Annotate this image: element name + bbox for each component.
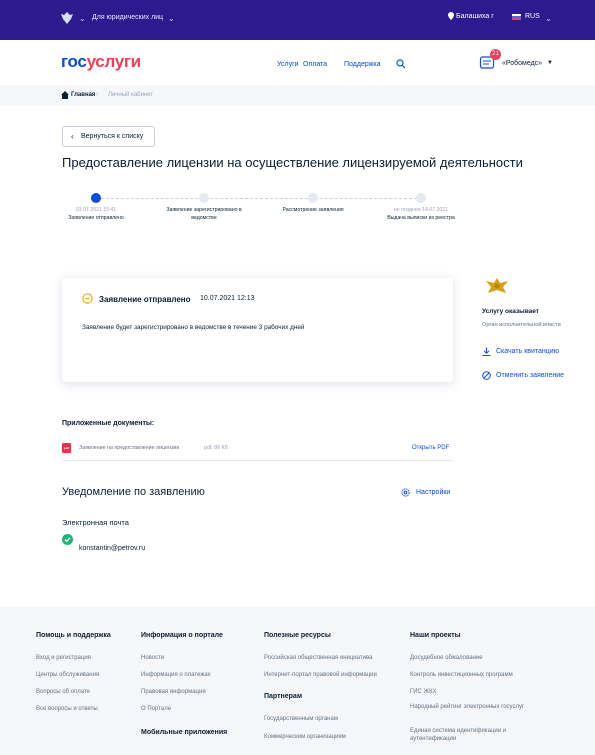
status-title: Заявление отправлено — [99, 295, 191, 304]
status-date: 10.07.2021 12:13 — [200, 295, 255, 302]
status-message: Заявление будет зарегистрировано в ведом… — [82, 324, 305, 331]
pdf-file-icon: pdf — [62, 443, 71, 453]
step-indicator — [416, 193, 426, 203]
footer-subtitle: Партнерам — [264, 693, 303, 700]
cancel-icon — [482, 371, 491, 380]
location-pin-icon — [448, 12, 454, 20]
footer-link[interactable]: Информация о платежах — [141, 671, 211, 679]
user-name[interactable]: «Робомедс» — [502, 60, 542, 67]
footer-link[interactable]: ГИС ЖКХ — [410, 688, 437, 696]
email-value: konstantin@petrov.ru — [79, 545, 146, 552]
gosuslugi-logo[interactable]: госуслуги — [61, 52, 141, 72]
footer-column-title: Информация о портале — [141, 632, 223, 639]
document-meta: pdf, 86 Кб — [204, 445, 228, 451]
service-provider-title: Услугу оказывает — [482, 308, 539, 315]
attached-documents-title: Приложенные документы: — [62, 420, 155, 427]
step-1: 03.07.2021 15:41 Заявление отправлено — [68, 207, 124, 221]
check-circle-icon — [62, 534, 73, 545]
clock-icon — [82, 293, 93, 304]
document-name: Заявление на предоставление лицензии — [79, 445, 180, 451]
step-indicator — [91, 193, 101, 203]
nav-services[interactable]: Услуги — [277, 61, 299, 68]
breadcrumb-current: Личный кабинет — [108, 92, 154, 98]
step-3: Рассмотрение заявления — [282, 207, 344, 213]
footer-link[interactable]: О Портале — [141, 705, 171, 713]
download-icon — [482, 347, 491, 356]
footer-link[interactable]: Интернет-портал правовой информации — [264, 671, 377, 679]
step-indicator — [199, 193, 209, 203]
notification-badge: 21 — [490, 49, 501, 60]
footer-link[interactable]: Досудебное обжалование — [410, 654, 483, 662]
footer-link[interactable]: Центры обслуживания — [36, 671, 99, 679]
footer-subtitle: Мобильные приложения — [141, 729, 228, 736]
back-button-label: Вернуться к списку — [81, 133, 144, 140]
page-title: Предоставление лицензии на осуществление… — [62, 155, 523, 170]
footer-column-title: Помощь и поддержка — [36, 632, 111, 639]
footer-column-title: Наши проекты — [410, 632, 461, 639]
footer-column-title: Полезные ресурсы — [264, 632, 331, 639]
footer-link[interactable]: Все вопросы и ответы — [36, 705, 98, 713]
footer-link[interactable]: Новости — [141, 654, 164, 662]
back-to-list-button[interactable]: ‹ Вернуться к списку — [62, 126, 155, 147]
language-selector[interactable]: RUS — [525, 13, 540, 20]
chevron-down-icon[interactable]: ⌄ — [168, 14, 175, 23]
footer-link[interactable]: Государственным органам — [264, 715, 338, 723]
flag-icon — [512, 14, 521, 20]
step-indicator — [308, 193, 318, 203]
breadcrumb: Главная › Личный кабинет — [0, 85, 595, 106]
search-icon[interactable] — [396, 59, 406, 69]
ministry-emblem-icon — [486, 278, 508, 293]
progress-track — [96, 198, 422, 199]
footer-link[interactable]: Российская общественная инициатива — [264, 654, 372, 662]
top-bar: ⌄ Для юридических лиц ⌄ Балашиха г RUS ⌄ — [0, 0, 595, 40]
notification-title: Уведомление по заявлению — [62, 486, 205, 498]
footer-link[interactable]: Контроль инвестиционных программ — [410, 671, 513, 679]
open-pdf-link[interactable]: Открыть PDF — [412, 445, 449, 451]
footer-link[interactable]: Вопросы об оплате — [36, 688, 90, 696]
service-provider-org: Орган исполнительной власти — [482, 322, 561, 328]
footer-link[interactable]: Правовая информация — [141, 688, 206, 696]
breadcrumb-home[interactable]: Главная — [71, 92, 95, 98]
coat-of-arms-icon — [61, 12, 73, 24]
status-card: Заявление отправлено 10.07.2021 12:13 За… — [62, 278, 453, 382]
caret-down-icon[interactable]: ▼ — [547, 60, 553, 66]
footer-link[interactable]: Народный рейтинг электронных госуслуг — [410, 703, 540, 711]
step-4: не позднее 14.07.2021 Выдача выписки из … — [387, 207, 455, 221]
legal-entities-link[interactable]: Для юридических лиц — [92, 14, 163, 21]
email-label: Электронная почта — [62, 518, 129, 527]
site-footer: Помощь и поддержка Вход и регистрация Це… — [0, 607, 595, 755]
footer-link[interactable]: Вход и регистрация — [36, 654, 91, 662]
gear-icon — [401, 488, 410, 497]
divider — [62, 460, 453, 461]
city-selector[interactable]: Балашиха г — [456, 13, 494, 20]
site-header: госуслуги Услуги Оплата Поддержка 21 «Ро… — [0, 40, 595, 85]
step-2: Заявление зарегистрировано в ведомстве — [166, 207, 242, 221]
chevron-down-icon[interactable]: ⌄ — [545, 14, 552, 23]
footer-link[interactable]: Единая система идентификации и аутентифи… — [410, 727, 540, 743]
breadcrumb-separator: › — [96, 91, 99, 98]
nav-support[interactable]: Поддержка — [344, 61, 381, 68]
chevron-down-icon[interactable]: ⌄ — [79, 14, 86, 23]
footer-link[interactable]: Коммерческим организациям — [264, 733, 346, 741]
nav-payment[interactable]: Оплата — [303, 61, 327, 68]
chevron-left-icon: ‹ — [71, 132, 74, 141]
home-icon — [61, 91, 69, 99]
